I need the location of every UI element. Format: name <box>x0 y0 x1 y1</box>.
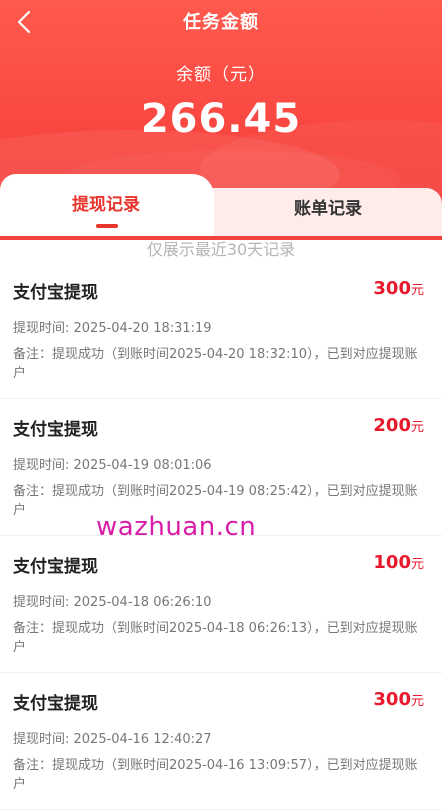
record-title: 支付宝提现 <box>13 694 98 714</box>
record-amount: 100元 <box>373 552 424 573</box>
record-amount: 300元 <box>373 278 424 299</box>
record-time: 提现时间: 2025-04-19 08:01:06 <box>13 458 212 473</box>
amount-value: 100 <box>373 552 411 573</box>
tab-bar: 提现记录 账单记录 <box>0 174 442 236</box>
watermark-text: wazhuan.cn <box>96 512 257 542</box>
record-time: 提现时间: 2025-04-16 12:40:27 <box>13 732 212 747</box>
list-item[interactable]: 支付宝提现 300元 提现时间: 2025-04-20 18:31:19 备注：… <box>0 262 442 399</box>
record-note: 备注：提现成功（到账时间2025-04-16 13:09:57），已到对应提现账… <box>13 758 418 792</box>
amount-value: 300 <box>373 278 411 299</box>
amount-unit: 元 <box>410 283 424 298</box>
amount-unit: 元 <box>410 694 424 709</box>
record-amount: 200元 <box>373 415 424 436</box>
balance-label: 余额（元） <box>176 65 266 85</box>
amount-value: 300 <box>373 689 411 710</box>
balance-value: 266.45 <box>140 96 302 142</box>
active-tab-indicator <box>96 224 118 228</box>
amount-unit: 元 <box>410 420 424 435</box>
record-note: 备注：提现成功（到账时间2025-04-20 18:32:10），已到对应提现账… <box>13 347 418 381</box>
record-time: 提现时间: 2025-04-20 18:31:19 <box>13 321 212 336</box>
record-title: 支付宝提现 <box>13 557 98 577</box>
list-item[interactable]: 支付宝提现 300元 提现时间: 2025-04-16 12:40:27 备注：… <box>0 673 442 810</box>
tab-withdraw-records[interactable]: 提现记录 <box>72 190 140 215</box>
tab-bill-records[interactable]: 账单记录 <box>294 194 362 219</box>
record-note: 备注：提现成功（到账时间2025-04-18 06:26:13），已到对应提现账… <box>13 621 418 655</box>
record-time: 提现时间: 2025-04-18 06:26:10 <box>13 595 212 610</box>
record-title: 支付宝提现 <box>13 283 98 303</box>
amount-unit: 元 <box>410 557 424 572</box>
page-title: 任务金额 <box>183 12 259 33</box>
amount-value: 200 <box>373 415 411 436</box>
recent-records-notice: 仅展示最近30天记录 <box>146 240 296 259</box>
list-item[interactable]: 支付宝提现 100元 提现时间: 2025-04-18 06:26:10 备注：… <box>0 536 442 673</box>
record-title: 支付宝提现 <box>13 420 98 440</box>
record-amount: 300元 <box>373 689 424 710</box>
